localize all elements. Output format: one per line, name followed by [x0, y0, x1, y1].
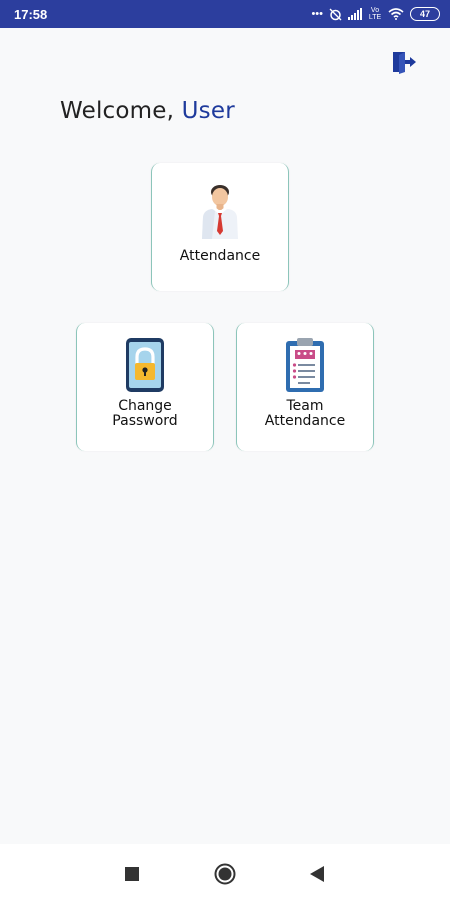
team-attendance-label: Team Attendance — [265, 399, 345, 429]
change-password-label: Change Password — [112, 399, 177, 429]
logout-icon — [393, 52, 416, 74]
greeting-text: Welcome, — [60, 98, 175, 124]
status-time: 17:58 — [14, 6, 48, 22]
back-button[interactable] — [305, 862, 329, 886]
username-text: User — [181, 98, 235, 124]
battery-level: 47 — [419, 9, 430, 19]
signal-icon — [348, 8, 362, 20]
back-triangle-icon — [310, 866, 324, 882]
home-circle-icon — [214, 863, 236, 885]
alarm-icon — [329, 8, 342, 20]
attendance-tile[interactable]: Attendance — [151, 163, 289, 291]
logout-button[interactable] — [390, 48, 418, 76]
team-attendance-label-line2: Attendance — [264, 413, 346, 429]
more-dots-icon: ••• — [311, 8, 323, 20]
home-button[interactable] — [213, 862, 237, 886]
team-attendance-tile[interactable]: Team Attendance — [236, 323, 374, 451]
change-password-label-line1: Change — [118, 398, 172, 414]
welcome-heading: Welcome, User — [60, 98, 235, 124]
status-icons: ••• Vo LTE 47 — [311, 7, 440, 21]
recents-square-icon — [125, 867, 139, 881]
lock-icon — [124, 337, 166, 393]
change-password-label-line2: Password — [112, 413, 178, 429]
attendance-label: Attendance — [179, 248, 261, 264]
battery-icon: 47 — [410, 7, 440, 21]
status-bar: 17:58 ••• Vo LTE 47 — [0, 0, 450, 28]
wifi-icon — [388, 8, 404, 20]
employee-icon — [198, 183, 242, 239]
navigation-bar — [0, 844, 450, 900]
clipboard-icon — [284, 337, 326, 393]
change-password-tile[interactable]: Change Password — [76, 323, 214, 451]
team-attendance-label-line1: Team — [286, 398, 324, 414]
volte-icon: Vo LTE — [368, 7, 382, 21]
recents-button[interactable] — [120, 862, 144, 886]
